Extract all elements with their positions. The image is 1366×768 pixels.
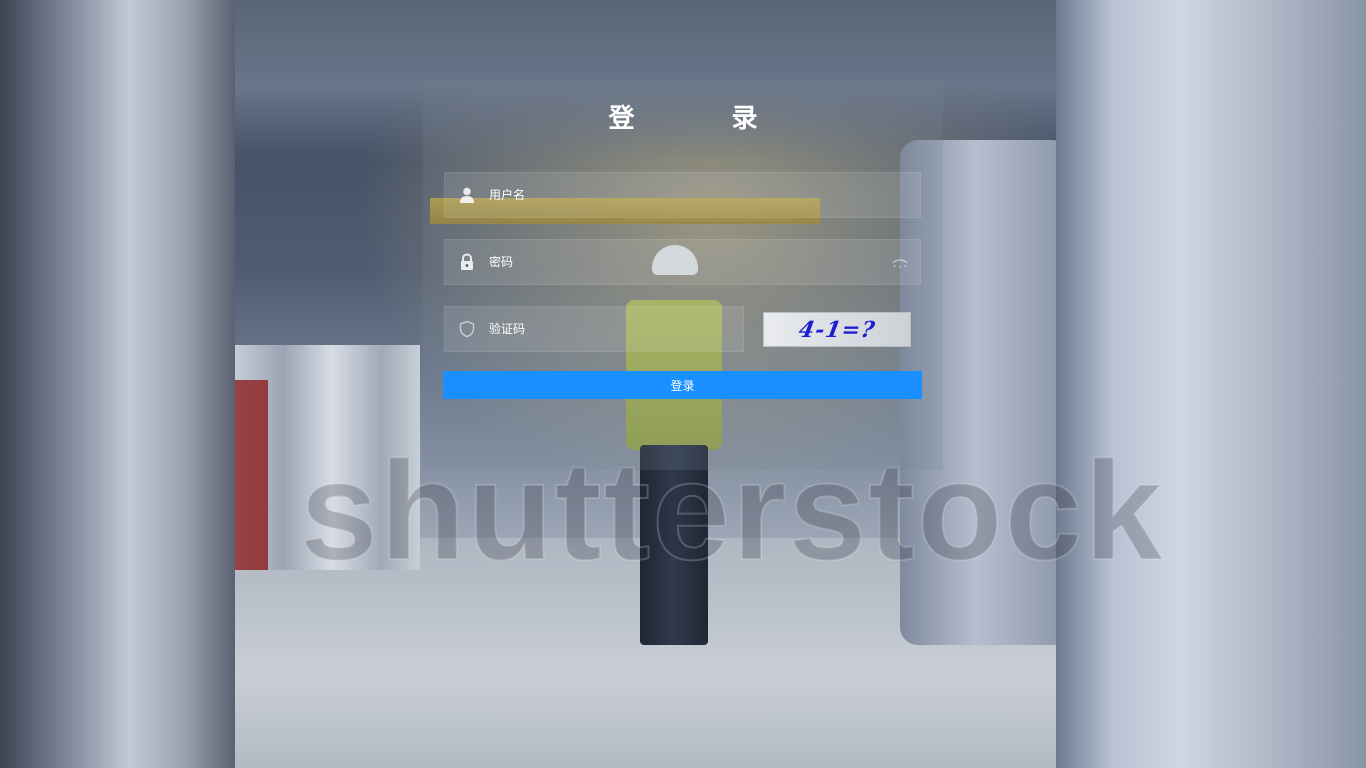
captcha-image-text: 4-1=?	[796, 316, 878, 343]
user-icon	[458, 186, 476, 204]
background-right-pillar	[1056, 0, 1366, 768]
background-left-pillar	[0, 0, 235, 768]
password-input[interactable]	[489, 240, 779, 284]
login-panel: 登 录 用户名 验证码 4-1=? 登录	[423, 80, 943, 470]
username-field[interactable]	[444, 172, 921, 218]
login-button[interactable]: 登录	[443, 371, 922, 399]
login-title: 登 录	[608, 104, 802, 134]
shield-icon	[458, 320, 476, 338]
captcha-field[interactable]	[444, 306, 779, 352]
password-field[interactable]	[444, 239, 921, 285]
captcha-input[interactable]	[489, 307, 779, 351]
captcha-image[interactable]: 4-1=?	[763, 312, 911, 347]
lock-icon	[458, 253, 476, 271]
username-input[interactable]	[489, 173, 779, 217]
eye-icon[interactable]	[892, 255, 908, 269]
